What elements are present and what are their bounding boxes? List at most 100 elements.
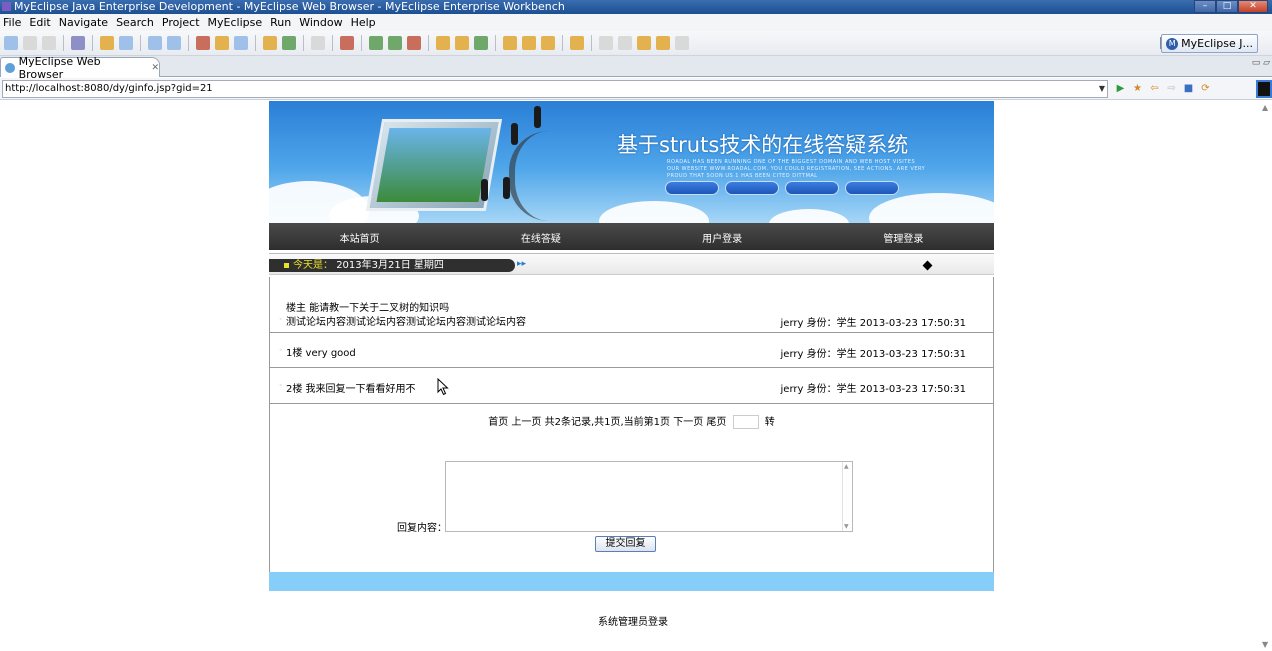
menu-help[interactable]: Help <box>348 16 381 29</box>
post-meta: jerry 身份：学生 2013-03-23 17:50:31 <box>780 318 966 329</box>
menu-file[interactable]: File <box>0 16 26 29</box>
browser-icon[interactable] <box>311 36 325 50</box>
banner-small-text: ROADAL HAS BEEN RUNNING ONE OF THE BIGGE… <box>667 159 926 179</box>
main-toolbar: M MyEclipse J... <box>0 31 1272 56</box>
banner-button[interactable] <box>845 181 899 195</box>
forward-icon[interactable] <box>675 36 689 50</box>
debug-icon[interactable] <box>369 36 383 50</box>
new-project-icon[interactable] <box>474 36 488 50</box>
forward-icon[interactable]: ⇨ <box>1165 82 1178 95</box>
minimize-maximize-icon[interactable]: ▭ ▱ <box>1252 58 1270 68</box>
reply-label: 回复内容： <box>397 523 447 534</box>
browser-address-row: http://localhost:8080/dy/ginfo.jsp?gid=2… <box>0 78 1272 100</box>
save-icon[interactable] <box>23 36 37 50</box>
new-class-icon[interactable] <box>436 36 450 50</box>
open-folder-icon[interactable] <box>570 36 584 50</box>
post-item: 楼主 能请教一下关于二叉树的知识吗 ◦ 测试论坛内容测试论坛内容测试论坛内容测试… <box>270 277 993 333</box>
nav-online-qa[interactable]: 在线答疑 <box>450 223 631 250</box>
close-button[interactable]: ✕ <box>1238 0 1268 13</box>
back-icon[interactable] <box>656 36 670 50</box>
url-text: http://localhost:8080/dy/ginfo.jsp?gid=2… <box>5 83 213 94</box>
new-icon[interactable] <box>4 36 18 50</box>
prev-annotation-icon[interactable] <box>618 36 632 50</box>
browser-nav-buttons: ▶ ★ ⇦ ⇨ ■ ⟳ <box>1114 82 1212 95</box>
url-input[interactable]: http://localhost:8080/dy/ginfo.jsp?gid=2… <box>2 80 1108 98</box>
web-page: 基于struts技术的在线答疑系统 ROADAL HAS BEEN RUNNIN… <box>269 101 994 591</box>
menu-window[interactable]: Window <box>296 16 347 29</box>
open-task-icon[interactable] <box>503 36 517 50</box>
close-tab-icon[interactable]: ✕ <box>151 63 159 73</box>
print-icon[interactable] <box>42 36 56 50</box>
nav-admin-login[interactable]: 管理登录 <box>813 223 994 250</box>
pen-icon[interactable] <box>522 36 536 50</box>
site-title: 基于struts技术的在线答疑系统 <box>617 133 909 157</box>
myeclipse-app-icon <box>2 2 11 11</box>
footer-bar <box>269 572 994 591</box>
back-icon[interactable]: ⇦ <box>1148 82 1161 95</box>
menu-project[interactable]: Project <box>159 16 205 29</box>
new-package-icon[interactable] <box>455 36 469 50</box>
post-item: ◦ 2楼 我来回复一下看看好用不 jerry 身份：学生 2013-03-23 … <box>270 368 993 404</box>
external-tools-icon[interactable] <box>407 36 421 50</box>
window-title: MyEclipse Java Enterprise Development - … <box>14 0 565 13</box>
submit-reply-button[interactable]: 提交回复 <box>595 536 656 552</box>
perspective-switcher[interactable]: M MyEclipse J... <box>1161 34 1258 53</box>
favorites-icon[interactable]: ★ <box>1131 82 1144 95</box>
view-icon[interactable] <box>1256 80 1272 98</box>
menu-edit[interactable]: Edit <box>26 16 55 29</box>
textarea-scrollbar[interactable]: ▲ ▼ <box>842 462 852 531</box>
post-item: ◦ 1楼 very good jerry 身份：学生 2013-03-23 17… <box>270 333 993 368</box>
thread-content: 楼主 能请教一下关于二叉树的知识吗 ◦ 测试论坛内容测试论坛内容测试论坛内容测试… <box>269 277 994 572</box>
menu-navigate[interactable]: Navigate <box>56 16 113 29</box>
go-icon[interactable]: ▶ <box>1114 82 1127 95</box>
menu-run[interactable]: Run <box>267 16 296 29</box>
banner-button[interactable] <box>725 181 779 195</box>
admin-login-link[interactable]: 系统管理员登录 <box>598 613 668 628</box>
open-type-icon[interactable] <box>148 36 162 50</box>
post-meta: jerry 身份：学生 2013-03-23 17:50:31 <box>780 384 966 395</box>
brush-icon[interactable] <box>541 36 555 50</box>
menu-bar: File Edit Navigate Search Project MyEcli… <box>0 14 1272 31</box>
post-title: 2楼 我来回复一下看看好用不 <box>286 384 416 395</box>
banner-button[interactable] <box>785 181 839 195</box>
refresh-icon[interactable]: ⟳ <box>1199 82 1212 95</box>
search-icon[interactable] <box>167 36 181 50</box>
maximize-button[interactable]: □ <box>1216 0 1238 13</box>
deploy-icon[interactable] <box>100 36 114 50</box>
site-banner: 基于struts技术的在线答疑系统 ROADAL HAS BEEN RUNNIN… <box>269 101 994 223</box>
double-arrow-icon: ▸▸ <box>517 259 527 269</box>
run-icon[interactable] <box>388 36 402 50</box>
date-bar: 今天是： 2013年3月21日 星期四 ▸▸ <box>269 253 994 275</box>
nav-user-login[interactable]: 用户登录 <box>632 223 813 250</box>
chevron-down-icon[interactable]: ▼ <box>1099 81 1105 97</box>
menu-search[interactable]: Search <box>113 16 159 29</box>
tab-web-browser[interactable]: MyEclipse Web Browser ✕ <box>0 55 160 81</box>
tools-icon[interactable] <box>340 36 354 50</box>
page-number-input[interactable] <box>732 415 759 429</box>
editor-tab-row: MyEclipse Web Browser ✕ ▭ ▱ <box>0 55 1272 81</box>
banner-buttons <box>665 181 899 195</box>
nav-home[interactable]: 本站首页 <box>269 223 450 250</box>
myeclipse-perspective-icon: M <box>1166 37 1179 50</box>
globe-icon[interactable] <box>234 36 248 50</box>
folder-icon[interactable] <box>263 36 277 50</box>
add-icon[interactable] <box>282 36 296 50</box>
date-label: 今天是： <box>293 260 333 271</box>
menu-myeclipse[interactable]: MyEclipse <box>205 16 268 29</box>
last-edit-icon[interactable] <box>637 36 651 50</box>
globe-icon <box>5 62 15 73</box>
next-annotation-icon[interactable] <box>599 36 613 50</box>
post-body: 测试论坛内容测试论坛内容测试论坛内容测试论坛内容 <box>286 317 526 328</box>
reply-textarea[interactable]: ▲ ▼ <box>445 461 853 532</box>
db-icon[interactable] <box>196 36 210 50</box>
go-link[interactable]: 转 <box>765 417 775 428</box>
package-icon[interactable] <box>71 36 85 50</box>
minimize-button[interactable]: – <box>1194 0 1216 13</box>
stop-icon[interactable]: ■ <box>1182 82 1195 95</box>
banner-button[interactable] <box>665 181 719 195</box>
post-meta: jerry 身份：学生 2013-03-23 17:50:31 <box>780 349 966 360</box>
date-value: 2013年3月21日 星期四 <box>336 260 444 271</box>
page-scrollbar[interactable]: ▲ ▼ <box>1260 101 1272 651</box>
server-icon[interactable] <box>119 36 133 50</box>
web-service-icon[interactable] <box>215 36 229 50</box>
